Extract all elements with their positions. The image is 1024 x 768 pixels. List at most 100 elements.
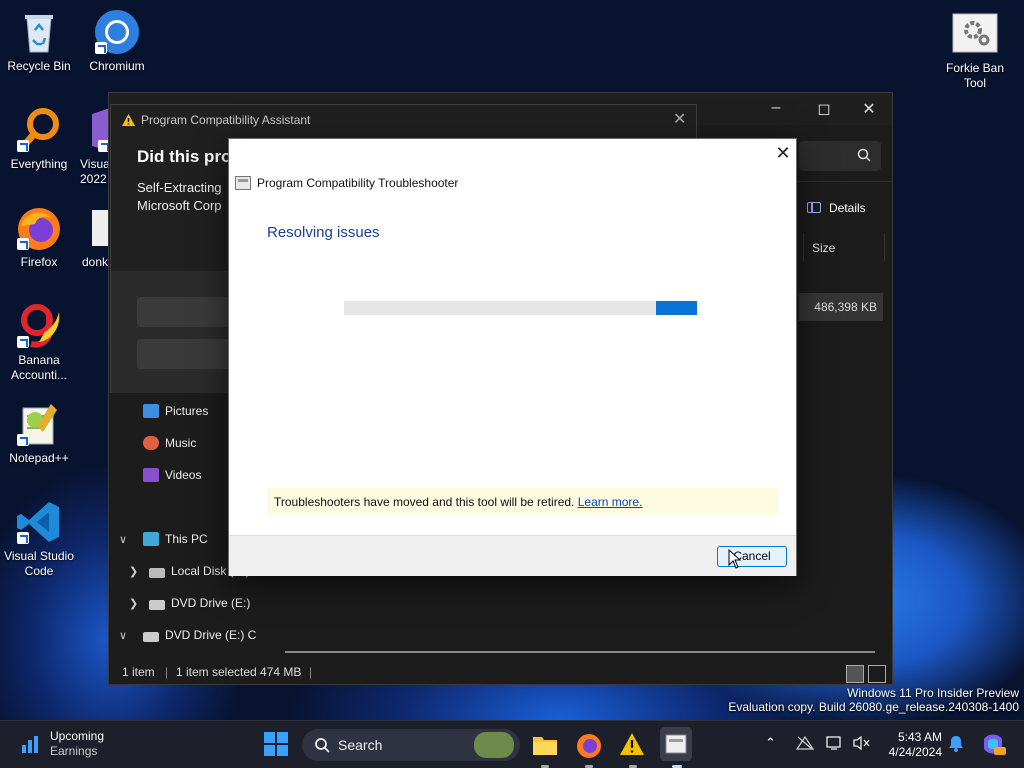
desktop-icon-notepad-plus-plus[interactable]: Notepad++ [0, 400, 78, 466]
chevron-right-icon[interactable]: ❯ [129, 597, 138, 610]
desktop-icon-recycle-bin[interactable]: Recycle Bin [0, 8, 78, 74]
warning-icon [121, 113, 136, 130]
pca-description: Self-Extracting Microsoft Corp [137, 179, 222, 215]
desktop-icon-banana-accounting[interactable]: Banana Accounti... [0, 302, 78, 383]
widgets-button[interactable]: Upcoming Earnings [50, 729, 104, 759]
display-icon[interactable] [826, 735, 844, 754]
details-pane-button[interactable]: Details [807, 201, 866, 215]
chevron-down-icon[interactable]: ∨ [119, 533, 127, 546]
search-highlight-image [474, 732, 514, 758]
dvd-drive-icon [143, 632, 159, 642]
nav-item-videos[interactable]: Videos [143, 464, 201, 486]
troubleshooter-icon [235, 176, 251, 190]
desktop-icon-donk[interactable]: donk [82, 204, 110, 270]
close-icon[interactable]: ✕ [854, 99, 884, 119]
notification-bell-icon[interactable] [948, 734, 964, 755]
progress-bar-fill [656, 301, 697, 315]
windows-start-icon[interactable] [263, 731, 291, 759]
chevron-up-icon[interactable]: ⌃ [765, 735, 776, 751]
desktop-icon-visual-studio[interactable]: Visua 2022 [80, 106, 110, 187]
pca-title: Program Compatibility Assistant [141, 113, 311, 127]
desktop-icon-label: Recycle Bin [7, 59, 71, 73]
nav-label: Pictures [165, 404, 209, 418]
shortcut-arrow-icon [17, 434, 29, 446]
taskbar: Upcoming Earnings Search ⌃ 5:43 AM 4/24/… [0, 720, 1024, 768]
widget-line: Upcoming [50, 729, 105, 743]
chevron-right-icon[interactable]: ❯ [129, 565, 138, 578]
chromium-icon [93, 8, 141, 56]
stock-chart-icon[interactable] [20, 733, 42, 758]
shortcut-arrow-icon [17, 238, 29, 250]
search-label: Search [338, 737, 383, 753]
notepad-plus-plus-icon [15, 400, 63, 448]
shortcut-arrow-icon [17, 532, 29, 544]
chevron-down-icon[interactable]: ∨ [119, 629, 127, 642]
music-icon [143, 436, 159, 450]
maximize-icon[interactable]: ◻ [809, 99, 839, 119]
network-disconnected-icon[interactable] [795, 735, 815, 754]
nav-item-dvd-drive[interactable]: DVD Drive (E:) [149, 592, 250, 614]
troubleshooter-taskbar-icon[interactable] [660, 727, 692, 761]
system-clock[interactable]: 5:43 AM 4/24/2024 [880, 730, 942, 760]
nav-item-pictures[interactable]: Pictures [143, 400, 208, 422]
desktop-icon-forkie-ban-tool[interactable]: Forkie Ban Tool [936, 10, 1014, 91]
status-divider: | [165, 665, 169, 679]
firefox-icon [15, 204, 63, 252]
learn-more-link[interactable]: Learn more. [578, 495, 643, 509]
gear-icon [951, 10, 999, 58]
file-explorer-icon[interactable] [531, 731, 559, 759]
nav-label: Videos [165, 468, 202, 482]
pca-option-button[interactable] [137, 297, 237, 327]
details-view-button[interactable] [846, 665, 864, 683]
vscode-icon [15, 498, 63, 546]
desktop-icon-label-line1: Visua [80, 157, 110, 171]
search-icon [857, 148, 871, 165]
warning-icon[interactable] [619, 731, 647, 759]
volume-muted-icon[interactable] [852, 735, 872, 754]
desktop-icon-everything[interactable]: Everything [0, 106, 78, 172]
desktop-icon-label: Banana Accounti... [10, 353, 68, 382]
taskbar-search[interactable]: Search [302, 729, 520, 761]
desktop-icon-vscode[interactable]: Visual Studio Code [0, 498, 78, 579]
search-icon [314, 737, 330, 756]
close-icon[interactable]: ✕ [773, 143, 793, 164]
file-size-cell[interactable]: 486,398 KB [799, 293, 883, 321]
clock-date: 4/24/2024 [888, 745, 942, 759]
dialog-status-heading: Resolving issues [267, 224, 380, 241]
desktop-icon-label: Chromium [89, 59, 145, 73]
tiles-view-button[interactable] [868, 665, 886, 683]
nav-item-dvd-drive-expanded[interactable]: DVD Drive (E:) C [143, 624, 256, 646]
retirement-notice: Troubleshooters have moved and this tool… [267, 488, 778, 516]
dialog-title: Program Compatibility Troubleshooter [257, 176, 459, 190]
shortcut-arrow-icon [17, 140, 29, 152]
drive-icon [149, 568, 165, 578]
selection-info: 1 item selected 474 MB [176, 665, 302, 679]
desktop-icon-chromium[interactable]: Chromium [78, 8, 156, 74]
nav-label: Music [165, 436, 197, 450]
pca-option-button[interactable] [137, 339, 237, 369]
column-header-label: Size [812, 241, 836, 255]
close-icon[interactable]: ✕ [673, 109, 686, 129]
desktop-icon-label: Everything [10, 157, 68, 171]
desktop-icon-firefox[interactable]: Firefox [0, 204, 78, 270]
horizontal-scrollbar[interactable] [285, 651, 875, 653]
progress-bar [344, 301, 697, 315]
notice-text: Troubleshooters have moved and this tool… [274, 495, 578, 509]
computer-icon [143, 532, 159, 546]
minimize-icon[interactable]: – [761, 99, 791, 117]
explorer-search-box[interactable] [799, 141, 881, 171]
nav-item-this-pc[interactable]: This PC [143, 528, 208, 550]
column-header-size[interactable]: Size [803, 233, 885, 261]
pca-heading: Did this pro [137, 147, 232, 166]
troubleshooter-dialog[interactable]: ✕ Program Compatibility Troubleshooter R… [228, 138, 797, 576]
copilot-icon[interactable] [980, 731, 1006, 760]
firefox-icon[interactable] [575, 731, 603, 759]
desktop-icon-label: Notepad++ [9, 451, 69, 465]
banana-accounting-icon [15, 302, 63, 350]
details-label: Details [829, 201, 866, 215]
recycle-bin-icon [15, 8, 63, 56]
clock-time: 5:43 AM [897, 730, 942, 744]
nav-item-music[interactable]: Music [143, 432, 196, 454]
everything-search-icon [15, 106, 63, 154]
watermark-line: Evaluation copy. Build 26080.ge_release.… [728, 700, 1019, 714]
